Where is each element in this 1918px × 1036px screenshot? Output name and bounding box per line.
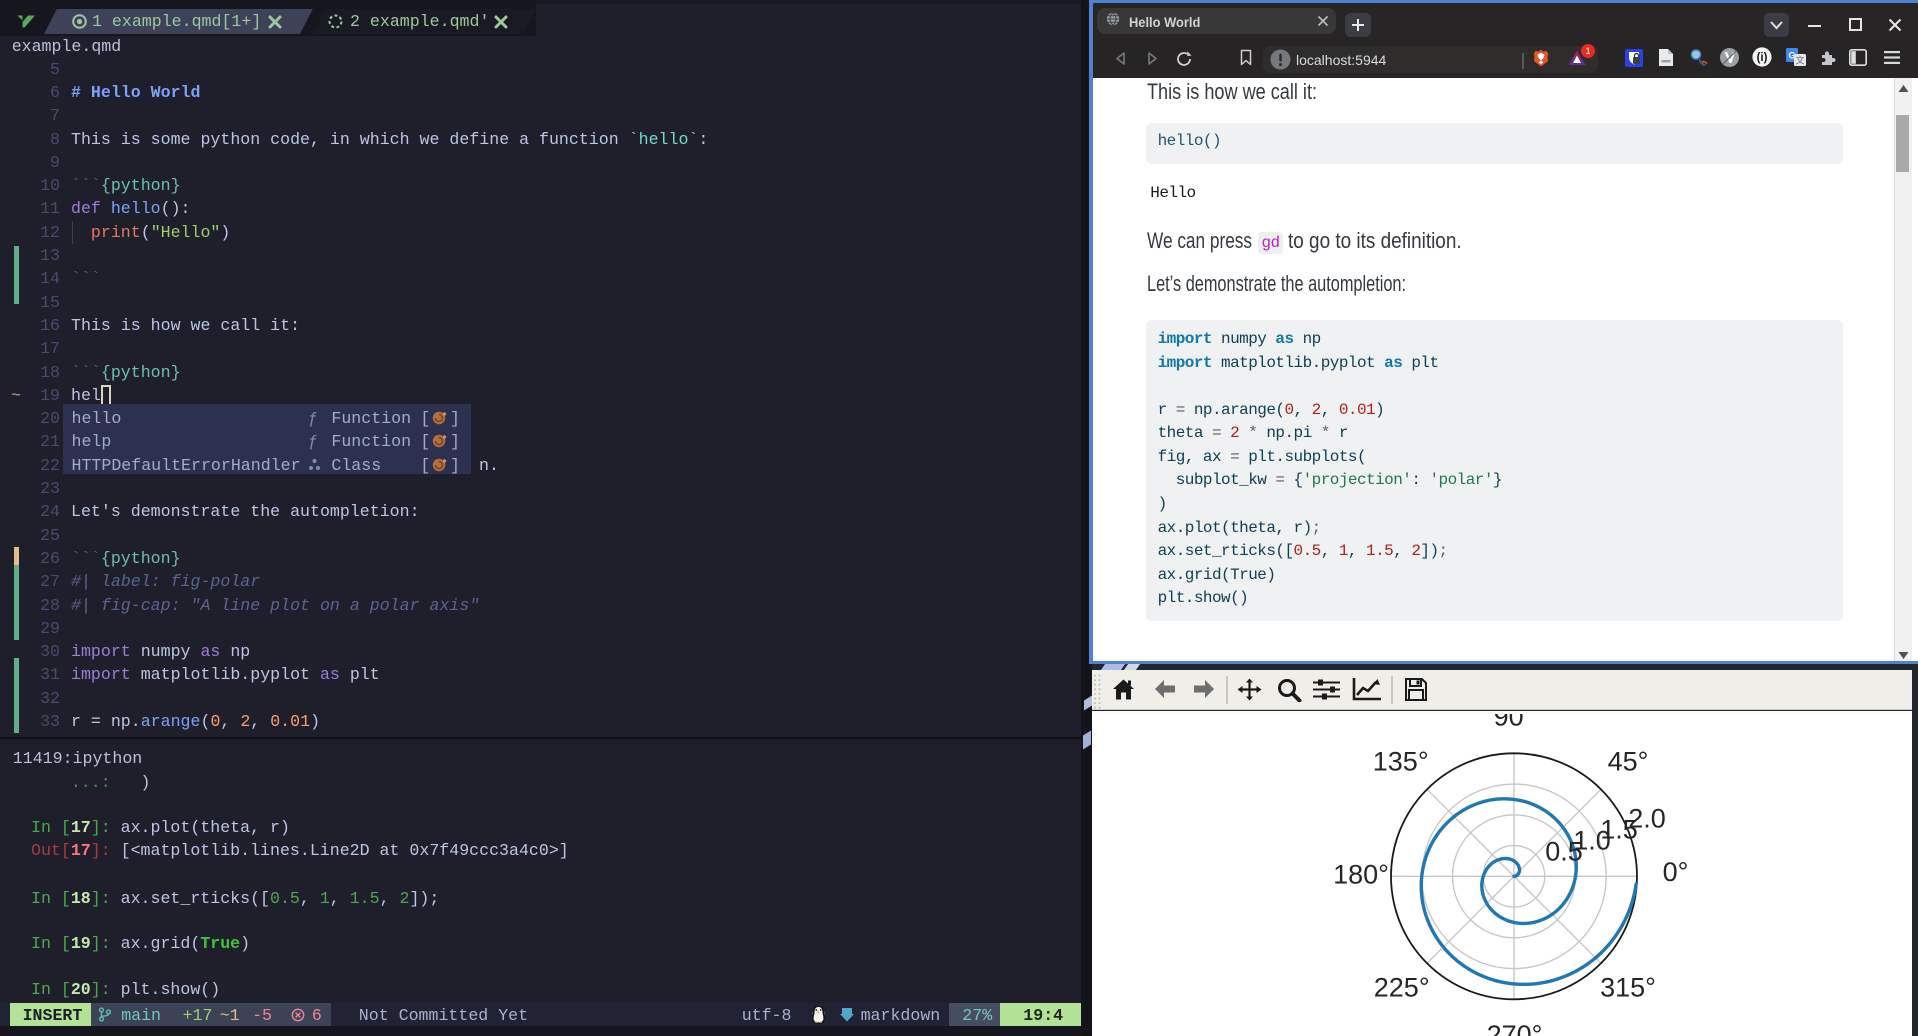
svg-text:315°: 315° bbox=[1600, 972, 1656, 1002]
svg-text:180°: 180° bbox=[1333, 860, 1389, 890]
svg-text:225°: 225° bbox=[1374, 972, 1430, 1002]
svg-text:文: 文 bbox=[1795, 54, 1804, 65]
svg-text:135°: 135° bbox=[1373, 747, 1429, 777]
svg-text:90°: 90° bbox=[1494, 714, 1535, 732]
svg-text:270°: 270° bbox=[1487, 1020, 1543, 1036]
svg-text:0°: 0° bbox=[1663, 857, 1689, 887]
svg-text:(i): (i) bbox=[1757, 52, 1768, 64]
svg-text:45°: 45° bbox=[1608, 747, 1649, 777]
svg-text:2.0: 2.0 bbox=[1628, 804, 1666, 834]
